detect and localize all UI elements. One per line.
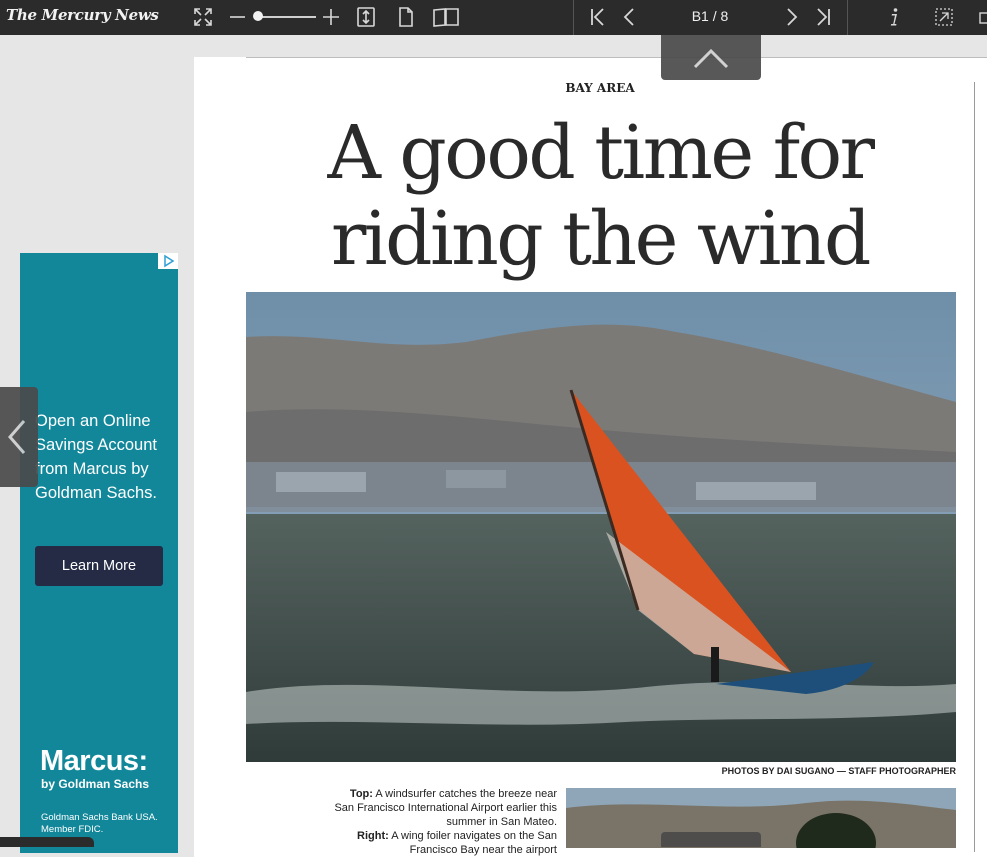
page-top-rule (246, 57, 987, 58)
caption-right: Right: A wing foiler navigates on the Sa… (330, 829, 557, 857)
toolbar-divider (847, 0, 848, 35)
photo-credit: PHOTOS BY DAI SUGANO — STAFF PHOTOGRAPHE… (721, 766, 956, 776)
zoom-in-icon[interactable] (320, 6, 342, 28)
ad-brand-logo: Marcus: (40, 745, 148, 777)
zoom-slider-handle[interactable] (253, 11, 263, 21)
prev-page-icon[interactable] (619, 6, 641, 28)
caption-right-label: Right: (357, 830, 389, 842)
caption-top: Top: A windsurfer catches the breeze nea… (330, 787, 557, 829)
marcus-advertisement[interactable]: Open an Online Savings Account from Marc… (20, 253, 178, 853)
expand-bottom-button[interactable] (661, 832, 761, 847)
chevron-left-icon (8, 420, 26, 454)
adchoices-icon[interactable] (158, 253, 178, 269)
ad-headline: Open an Online Savings Account from Marc… (35, 412, 157, 502)
share-icon[interactable] (978, 6, 987, 28)
column-rule (974, 82, 975, 852)
fit-height-icon[interactable] (355, 6, 377, 28)
double-page-icon[interactable] (432, 6, 460, 28)
bottom-panel-stub (0, 837, 94, 847)
clip-icon[interactable] (933, 6, 955, 28)
toolbar-divider (573, 0, 574, 35)
ad-brand-subtitle: by Goldman Sachs (41, 777, 150, 791)
windsurfer-photo (246, 292, 956, 762)
caption-right-text: A wing foiler navigates on the San Franc… (391, 830, 557, 856)
article-headline: A good time for riding the wind (290, 110, 910, 282)
fullscreen-icon[interactable] (192, 6, 214, 28)
previous-page-tab[interactable] (0, 387, 38, 487)
collapse-toolbar-button[interactable] (661, 35, 761, 80)
single-page-icon[interactable] (395, 6, 417, 28)
chevron-up-icon (693, 48, 729, 69)
next-page-icon[interactable] (780, 6, 802, 28)
zoom-slider[interactable] (254, 16, 316, 18)
viewer-toolbar: The Mercury News B1 / 8 (0, 0, 987, 35)
wing-foiler-photo (566, 788, 956, 848)
learn-more-button[interactable]: Learn More (35, 546, 163, 586)
zoom-out-icon[interactable] (227, 6, 249, 28)
section-label: BAY AREA (565, 81, 635, 95)
caption-top-label: Top: (349, 788, 373, 800)
headline-line-1: A good time for (327, 110, 875, 196)
publication-logo: The Mercury News (6, 6, 159, 24)
first-page-icon[interactable] (587, 6, 609, 28)
last-page-icon[interactable] (812, 6, 834, 28)
ad-fine-print: Goldman Sachs Bank USA. Member FDIC. (41, 812, 158, 835)
headline-line-2: riding the wind (331, 196, 871, 282)
info-icon[interactable] (883, 6, 905, 28)
page-indicator: B1 / 8 (691, 8, 729, 24)
